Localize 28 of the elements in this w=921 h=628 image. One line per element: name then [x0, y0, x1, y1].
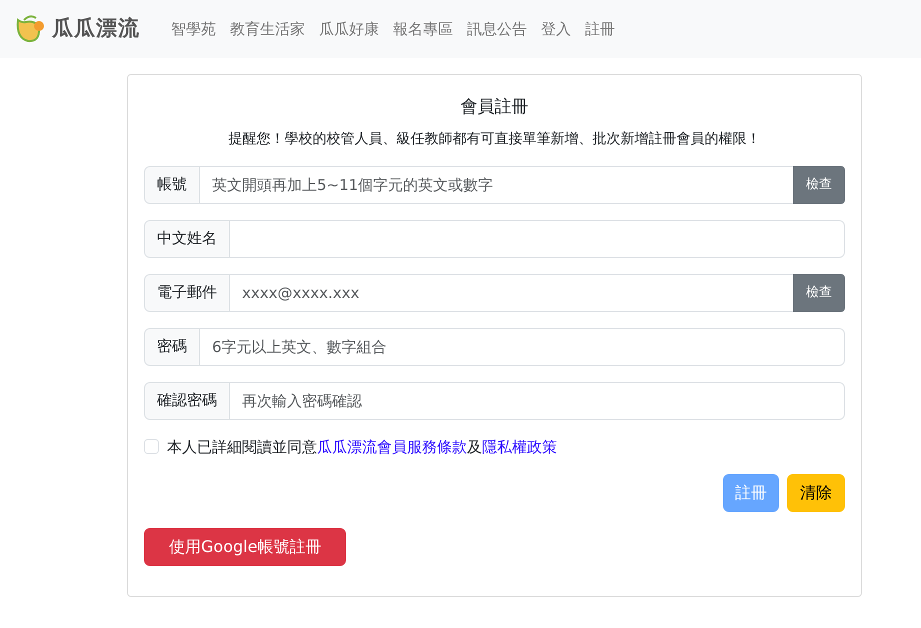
terms-link[interactable]: 瓜瓜漂流會員服務條款: [317, 438, 467, 456]
nav-link[interactable]: 註冊: [578, 18, 622, 40]
input-field[interactable]: [229, 220, 845, 258]
input-field[interactable]: 再次輸入密碼確認: [229, 382, 845, 420]
input-field[interactable]: xxxx@xxxx.xxx: [229, 274, 794, 312]
privacy-link[interactable]: 隱私權政策: [482, 438, 557, 456]
nav-link[interactable]: 登入: [534, 18, 578, 40]
field-label: 帳號: [144, 166, 200, 204]
nav-link[interactable]: 訊息公告: [460, 18, 534, 40]
field-label: 中文姓名: [144, 220, 230, 258]
field-label: 密碼: [144, 328, 200, 366]
field-label: 確認密碼: [144, 382, 230, 420]
check-button[interactable]: 檢查: [793, 166, 845, 204]
google-register-button[interactable]: 使用Google帳號註冊: [144, 528, 346, 566]
nav-link[interactable]: 教育生活家: [223, 18, 312, 40]
clear-button[interactable]: 清除: [787, 474, 845, 512]
notice-text: 提醒您！學校的校管人員、級任教師都有可直接單筆新增、批次新增註冊會員的權限！: [228, 130, 762, 148]
agreement-text: 本人已詳細閱讀並同意瓜瓜漂流會員服務條款及隱私權政策: [167, 436, 557, 458]
nav-link[interactable]: 智學苑: [164, 18, 223, 40]
field-label: 電子郵件: [144, 274, 230, 312]
nav-link[interactable]: 瓜瓜好康: [312, 18, 386, 40]
agree-checkbox[interactable]: [144, 439, 159, 454]
brand-name[interactable]: 瓜瓜漂流: [52, 13, 140, 45]
check-button[interactable]: 檢查: [793, 274, 845, 312]
nav-link[interactable]: 報名專區: [386, 18, 460, 40]
input-field[interactable]: 6字元以上英文、數字組合: [199, 328, 845, 366]
form-title: 會員註冊: [460, 96, 530, 119]
input-field[interactable]: 英文開頭再加上5~11個字元的英文或數字: [199, 166, 794, 204]
